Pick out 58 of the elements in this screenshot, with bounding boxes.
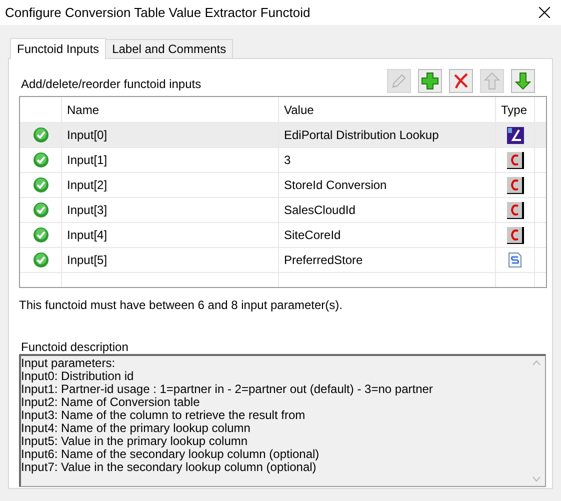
delete-button[interactable] xyxy=(449,69,473,93)
table-row[interactable]: Input[2] StoreId Conversion xyxy=(20,173,546,198)
check-circle-icon xyxy=(32,252,48,268)
description-label: Functoid description xyxy=(20,339,130,352)
description-box[interactable] xyxy=(19,354,546,487)
down-arrow-icon xyxy=(513,71,533,91)
window-title: Configure Conversion Table Value Extractor Functoid xyxy=(5,4,310,22)
table-cell: Input[5] xyxy=(62,248,279,272)
table-cell: StoreId Conversion xyxy=(279,173,496,197)
tab[interactable]: Label and Comments xyxy=(106,39,234,58)
document-link-icon xyxy=(508,252,522,268)
constant-icon xyxy=(506,176,524,194)
column-header[interactable]: Type xyxy=(496,97,535,122)
move-down-button[interactable] xyxy=(511,69,535,93)
check-circle-icon xyxy=(32,127,48,143)
table-row[interactable]: Input[1] 3 xyxy=(20,148,546,173)
table-cell: EdiPortal Distribution Lookup xyxy=(279,123,496,147)
inputs-label: Add/delete/reorder functoid inputs xyxy=(20,76,202,93)
scroll-down-icon xyxy=(532,476,541,482)
description-line: Input4: Name of the primary lookup column xyxy=(21,422,252,435)
parameter-count-message: This functoid must have between 6 and 8 input parameter(s). xyxy=(19,297,344,310)
check-circle-icon xyxy=(32,177,48,193)
parameter-icon xyxy=(506,126,524,144)
table-row[interactable]: Input[3] SalesCloudId xyxy=(20,198,546,223)
table-cell: Input[2] xyxy=(62,173,279,197)
table-row[interactable]: Input[0] EdiPortal Distribution Lookup xyxy=(20,123,546,148)
scroll-up-icon xyxy=(532,360,541,366)
description-line: Input parameters: xyxy=(21,357,116,370)
tab[interactable]: Functoid Inputs xyxy=(10,38,106,59)
table-cell: PreferredStore xyxy=(279,248,496,272)
close-icon xyxy=(538,7,550,18)
table-row[interactable]: Input[5] PreferredStore xyxy=(20,248,546,273)
table-cell: SiteCoreId xyxy=(279,223,496,247)
column-header[interactable]: Value xyxy=(279,97,496,122)
check-circle-icon xyxy=(32,152,48,168)
description-line: Input7: Value in the secondary lookup column (optional) xyxy=(21,461,316,474)
constant-icon xyxy=(506,152,524,168)
description-line: Input3: Name of the column to retrieve the result from xyxy=(21,409,306,422)
description-line: Input1: Partner-id usage : 1=partner in - 2=partner out (default) - 3=no partner xyxy=(21,383,434,396)
check-circle-icon xyxy=(32,202,48,218)
table-cell: 3 xyxy=(279,148,496,172)
constant-icon xyxy=(506,202,524,218)
table-cell: Input[4] xyxy=(62,223,279,247)
constant-icon xyxy=(506,226,524,244)
plus-icon xyxy=(420,71,440,91)
table-cell: SalesCloudId xyxy=(279,198,496,222)
table-row[interactable]: Input[4] SiteCoreId xyxy=(20,223,546,248)
description-line: Input6: Name of the secondary lookup column (optional) xyxy=(21,448,320,461)
up-arrow-icon xyxy=(482,71,502,91)
table-cell: Input[1] xyxy=(62,148,279,172)
description-line: Input2: Name of Conversion table xyxy=(21,396,200,409)
check-circle-icon xyxy=(32,227,48,243)
table-cell: Input[3] xyxy=(62,198,279,222)
add-button[interactable] xyxy=(418,69,442,93)
description-line: Input0: Distribution id xyxy=(21,370,135,383)
column-header[interactable]: Name xyxy=(62,97,279,122)
description-line: Input5: Value in the primary lookup column xyxy=(21,435,249,448)
table-cell: Input[0] xyxy=(62,123,279,147)
